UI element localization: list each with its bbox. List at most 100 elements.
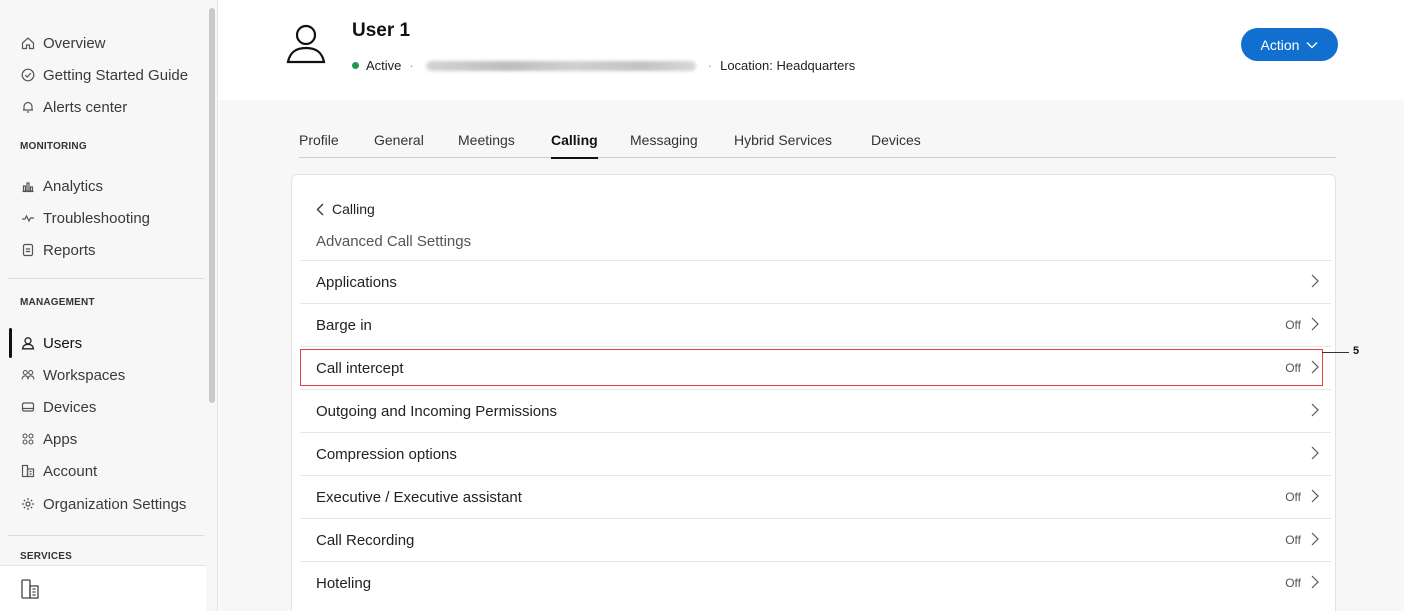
section-services: SERVICES <box>20 551 72 562</box>
sidebar-footer <box>0 565 206 611</box>
row-value: Off <box>1285 533 1301 547</box>
chevron-right-icon <box>1311 274 1319 291</box>
chevron-right-icon <box>1311 317 1319 334</box>
settings-row-compression-options[interactable]: Compression options <box>300 432 1331 475</box>
settings-row-applications[interactable]: Applications <box>300 260 1331 303</box>
callout-line <box>1322 352 1349 353</box>
chevron-right-icon <box>1311 446 1319 463</box>
chevron-down-icon <box>1306 41 1318 49</box>
sidebar-item-label: Users <box>43 334 83 352</box>
separator: · <box>409 58 414 73</box>
tab-general[interactable]: General <box>374 132 424 158</box>
tab-profile[interactable]: Profile <box>299 132 339 158</box>
redacted-email <box>425 60 696 71</box>
location-text: Location: Headquarters <box>720 58 856 73</box>
row-label: Call intercept <box>316 359 404 377</box>
row-label: Hoteling <box>316 574 372 592</box>
action-button-label: Action <box>1260 36 1300 53</box>
sidebar-item-overview[interactable]: Overview <box>20 31 106 55</box>
chevron-left-icon <box>316 203 324 216</box>
row-label: Outgoing and Incoming Permissions <box>316 402 557 420</box>
home-icon <box>20 35 36 51</box>
sidebar-item-label: Workspaces <box>43 366 126 384</box>
pulse-icon <box>20 210 36 226</box>
main-content: Profile General Meetings Calling Messagi… <box>219 100 1404 611</box>
sidebar: Overview Getting Started Guide Alerts ce… <box>0 0 218 611</box>
gear-icon <box>20 496 36 512</box>
chevron-right-icon <box>1311 575 1319 592</box>
sidebar-item-label: Alerts center <box>43 98 128 116</box>
settings-row-outgoing-incoming-permissions[interactable]: Outgoing and Incoming Permissions <box>300 389 1331 432</box>
tab-hybrid-services[interactable]: Hybrid Services <box>734 132 832 158</box>
sidebar-item-label: Devices <box>43 398 97 416</box>
user-name: User 1 <box>352 20 411 41</box>
sidebar-item-label: Reports <box>43 241 96 259</box>
sidebar-item-troubleshooting[interactable]: Troubleshooting <box>20 206 150 230</box>
sidebar-item-alerts-center[interactable]: Alerts center <box>20 95 127 119</box>
sidebar-item-label: Account <box>43 462 98 480</box>
settings-row-call-recording[interactable]: Call Recording Off <box>300 518 1331 561</box>
row-label: Call Recording <box>316 531 415 549</box>
tab-meetings[interactable]: Meetings <box>458 132 515 158</box>
people-icon <box>20 367 36 383</box>
tab-messaging[interactable]: Messaging <box>630 132 698 158</box>
building-icon <box>20 463 36 479</box>
tab-calling[interactable]: Calling <box>551 132 598 159</box>
sidebar-divider <box>8 535 204 536</box>
device-icon <box>20 399 36 415</box>
check-circle-icon <box>20 67 36 83</box>
section-management: MANAGEMENT <box>20 297 95 308</box>
row-label: Applications <box>316 273 397 291</box>
sidebar-item-workspaces[interactable]: Workspaces <box>20 363 125 387</box>
settings-row-hoteling[interactable]: Hoteling Off <box>300 561 1331 604</box>
sidebar-item-label: Troubleshooting <box>43 209 151 227</box>
advanced-call-settings-card: Calling Advanced Call Settings Applicati… <box>291 174 1336 611</box>
sidebar-item-label: Getting Started Guide <box>43 66 189 84</box>
sidebar-item-label: Apps <box>43 430 78 448</box>
card-subtitle: Advanced Call Settings <box>316 233 472 250</box>
chevron-right-icon <box>1311 360 1319 377</box>
chevron-right-icon <box>1311 532 1319 549</box>
sidebar-item-organization-settings[interactable]: Organization Settings <box>20 492 186 516</box>
separator: · <box>707 58 713 73</box>
sidebar-item-reports[interactable]: Reports <box>20 238 96 262</box>
user-avatar-icon <box>286 22 326 71</box>
row-label: Compression options <box>316 445 457 463</box>
row-label: Barge in <box>316 316 372 334</box>
bell-icon <box>20 99 36 115</box>
apps-grid-icon <box>20 431 36 447</box>
back-link-label: Calling <box>332 201 375 217</box>
sidebar-item-devices[interactable]: Devices <box>20 395 96 419</box>
settings-row-barge-in[interactable]: Barge in Off <box>300 303 1331 346</box>
sidebar-item-getting-started-guide[interactable]: Getting Started Guide <box>20 63 188 87</box>
back-link[interactable]: Calling <box>316 201 375 217</box>
user-meta: Active · · Location: Headquarters <box>352 58 855 73</box>
sidebar-item-users[interactable]: Users <box>20 331 82 355</box>
status-text: Active <box>366 58 402 73</box>
row-value: Off <box>1285 576 1301 590</box>
settings-row-executive-assistant[interactable]: Executive / Executive assistant Off <box>300 475 1331 518</box>
bar-chart-icon <box>20 178 36 194</box>
tab-bar: Profile General Meetings Calling Messagi… <box>299 132 1336 159</box>
sidebar-item-label: Analytics <box>43 177 104 195</box>
chevron-right-icon <box>1311 403 1319 420</box>
status-dot <box>352 62 359 69</box>
sidebar-item-analytics[interactable]: Analytics <box>20 174 103 198</box>
chevron-right-icon <box>1311 489 1319 506</box>
sidebar-divider <box>8 278 204 279</box>
row-value: Off <box>1285 361 1301 375</box>
active-indicator <box>9 328 12 358</box>
building-icon[interactable] <box>20 578 40 605</box>
settings-row-call-intercept[interactable]: Call intercept Off <box>300 346 1331 389</box>
sidebar-item-apps[interactable]: Apps <box>20 427 77 451</box>
sidebar-scrollbar[interactable] <box>209 8 215 403</box>
row-label: Executive / Executive assistant <box>316 488 522 506</box>
sidebar-item-account[interactable]: Account <box>20 459 97 483</box>
sidebar-item-label: Overview <box>43 34 106 52</box>
sidebar-item-label: Organization Settings <box>43 495 187 513</box>
tab-devices[interactable]: Devices <box>871 132 921 158</box>
callout-number: 5 <box>1353 345 1360 357</box>
section-monitoring: MONITORING <box>20 141 87 152</box>
action-button[interactable]: Action <box>1241 28 1338 61</box>
document-icon <box>20 242 36 258</box>
